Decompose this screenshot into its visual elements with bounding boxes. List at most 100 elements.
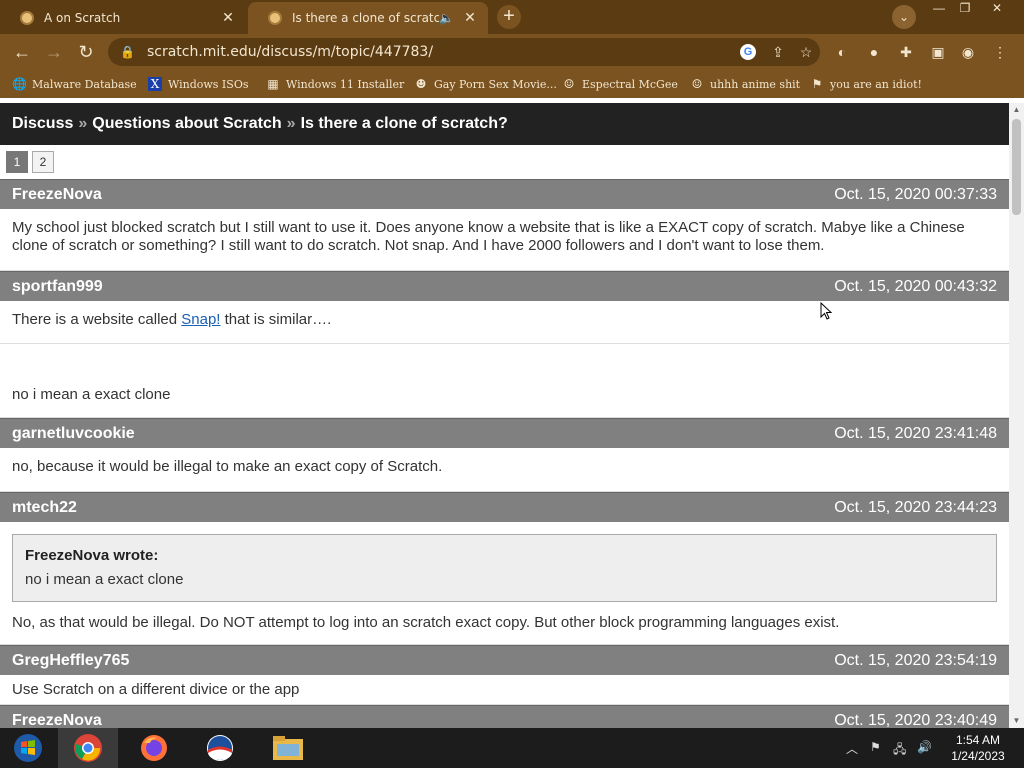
google-lens-icon[interactable]: G	[740, 44, 756, 60]
post-author[interactable]: FreezeNova	[12, 186, 102, 204]
extensions-puzzle-icon[interactable]: ✚	[896, 42, 916, 62]
bookmark-label: Windows ISOs	[168, 77, 249, 91]
post-header: FreezeNova Oct. 15, 2020 23:40:49	[0, 705, 1009, 728]
chrome-icon	[74, 734, 102, 762]
bookmark-espectral-mcgee[interactable]: ☺ Espectral McGee	[562, 75, 678, 93]
speaker-icon[interactable]: 🔈	[439, 11, 454, 25]
forward-icon[interactable]: →	[42, 40, 66, 64]
page-2-link[interactable]: 2	[32, 151, 54, 173]
close-window-icon[interactable]: ✕	[984, 0, 1010, 18]
post-text: that is similar….	[220, 311, 332, 328]
chrome-taskbar-button[interactable]	[58, 728, 118, 768]
post-body: FreezeNova wrote: no i mean a exact clon…	[0, 522, 1009, 645]
bookmark-label: uhhh anime shit	[710, 77, 801, 91]
bookmark-malware-database[interactable]: 🌐 Malware Database	[12, 75, 137, 93]
share-icon[interactable]: ⇪	[764, 44, 792, 61]
windows-start-icon	[14, 734, 42, 762]
back-icon[interactable]: ←	[10, 40, 34, 64]
snap-link[interactable]: Snap!	[181, 311, 220, 328]
bookmark-anime[interactable]: ☺ uhhh anime shit	[690, 75, 801, 93]
reload-icon[interactable]: ↻	[74, 40, 98, 64]
breadcrumb-separator: »	[286, 115, 296, 132]
scroll-thumb[interactable]	[1012, 119, 1021, 215]
post-header: FreezeNova Oct. 15, 2020 00:37:33	[0, 179, 1009, 209]
post-text: There is a website called	[12, 311, 182, 328]
minimize-icon[interactable]: —	[926, 0, 952, 18]
bookmarks-bar: 🌐 Malware Database X Windows ISOs ▦ Wind…	[0, 70, 1024, 98]
bookmark-you-are-an-idiot[interactable]: ⚑ you are an idiot!	[810, 75, 922, 93]
page-viewport: Discuss » Questions about Scratch » Is t…	[0, 103, 1009, 728]
tab-clone-of-scratch[interactable]: Is there a clone of scratch? 🔈 ✕	[248, 2, 488, 34]
page-1-link[interactable]: 1	[6, 151, 28, 173]
menu-kebab-icon[interactable]: ⋮	[990, 42, 1010, 62]
side-panel-icon[interactable]: ▣	[928, 42, 948, 62]
image-icon: ▦	[267, 77, 279, 91]
post-date[interactable]: Oct. 15, 2020 23:41:48	[834, 425, 997, 443]
bookmark-site-4[interactable]: ☻ Gay Porn Sex Movie...	[414, 75, 557, 93]
post-author[interactable]: mtech22	[12, 499, 77, 517]
firefox-icon	[141, 735, 167, 761]
quote-text: no i mean a exact clone	[25, 571, 184, 588]
bookmark-windows-isos[interactable]: X Windows ISOs	[148, 75, 248, 93]
url-text[interactable]: scratch.mit.edu/discuss/m/topic/447783/	[147, 44, 740, 60]
post-date[interactable]: Oct. 15, 2020 23:54:19	[834, 652, 997, 670]
new-tab-button[interactable]: +	[497, 5, 521, 29]
bookmark-star-icon[interactable]: ☆	[792, 44, 820, 61]
post-body: There is a website called Snap! that is …	[0, 301, 1009, 344]
scroll-up-icon[interactable]: ▲	[1009, 103, 1024, 117]
firefox-taskbar-button[interactable]	[124, 728, 184, 768]
flag-icon: ⚑	[811, 77, 823, 91]
breadcrumb-separator: »	[78, 115, 88, 132]
mouse-cursor-icon	[820, 302, 832, 320]
breadcrumb-discuss[interactable]: Discuss	[12, 115, 73, 133]
post-author[interactable]: FreezeNova	[12, 712, 102, 729]
close-tab-icon[interactable]: ✕	[462, 10, 478, 26]
clock-time: 1:54 AM	[955, 733, 1001, 747]
post-text: No, as that would be illegal. Do NOT att…	[12, 614, 840, 631]
scroll-down-icon[interactable]: ▼	[1009, 714, 1024, 728]
network-icon[interactable]: 🖧	[893, 740, 906, 761]
page-scrollbar[interactable]: ▲ ▼	[1009, 103, 1024, 728]
file-explorer-icon	[273, 736, 303, 760]
action-center-flag-icon[interactable]: ⚑	[870, 740, 881, 754]
bookmark-label: Windows 11 Installer	[286, 77, 405, 91]
post-header: mtech22 Oct. 15, 2020 23:44:23	[0, 492, 1009, 522]
bookmark-label: Espectral McGee	[582, 77, 678, 91]
post-date[interactable]: Oct. 15, 2020 23:44:23	[834, 499, 997, 517]
pagination: 1 2	[0, 145, 1009, 179]
post-date[interactable]: Oct. 15, 2020 00:43:32	[834, 278, 997, 296]
profile-icon[interactable]: ◉	[958, 42, 978, 62]
file-explorer-taskbar-button[interactable]	[258, 728, 318, 768]
post-author[interactable]: garnetluvcookie	[12, 425, 135, 443]
breadcrumb-questions-about-scratch[interactable]: Questions about Scratch	[92, 115, 281, 133]
extension-icon[interactable]: ◐	[832, 42, 852, 62]
tab-strip: A on Scratch ✕ Is there a clone of scrat…	[0, 0, 1024, 34]
tab-a-on-scratch[interactable]: A on Scratch ✕	[0, 2, 246, 34]
quote-block: FreezeNova wrote: no i mean a exact clon…	[12, 534, 997, 602]
post-header: sportfan999 Oct. 15, 2020 00:43:32	[0, 271, 1009, 301]
obama-logo-icon	[207, 735, 233, 761]
volume-icon[interactable]: 🔊	[917, 740, 932, 754]
globe-icon: 🌐	[12, 77, 27, 91]
bookmark-label: Malware Database	[32, 77, 137, 91]
start-button[interactable]	[0, 728, 56, 768]
breadcrumb: Discuss » Questions about Scratch » Is t…	[0, 103, 1009, 145]
show-hidden-icons-chevron-icon[interactable]: ︿	[846, 740, 858, 757]
post-header: garnetluvcookie Oct. 15, 2020 23:41:48	[0, 418, 1009, 448]
obama-logo-taskbar-button[interactable]	[190, 728, 250, 768]
extension-avatar-icon[interactable]: ●	[864, 42, 884, 62]
tab-search-chevron-icon[interactable]: ⌄	[892, 5, 916, 29]
restore-icon[interactable]: ❐	[952, 0, 978, 18]
post-body: no i mean a exact clone	[0, 344, 1009, 418]
close-tab-icon[interactable]: ✕	[220, 10, 236, 26]
post-author[interactable]: sportfan999	[12, 278, 103, 296]
post-date[interactable]: Oct. 15, 2020 23:40:49	[834, 712, 997, 729]
system-clock[interactable]: 1:54 AM 1/24/2023	[940, 732, 1016, 764]
lock-icon[interactable]: 🔒	[120, 45, 135, 59]
bookmark-windows-11-installer[interactable]: ▦ Windows 11 Installer	[266, 75, 404, 93]
address-bar[interactable]: 🔒 scratch.mit.edu/discuss/m/topic/447783…	[108, 38, 820, 66]
post-date[interactable]: Oct. 15, 2020 00:37:33	[834, 186, 997, 204]
post-author[interactable]: GregHeffley765	[12, 652, 129, 670]
quote-author: FreezeNova wrote:	[25, 547, 159, 564]
tab-title: A on Scratch	[44, 11, 121, 25]
